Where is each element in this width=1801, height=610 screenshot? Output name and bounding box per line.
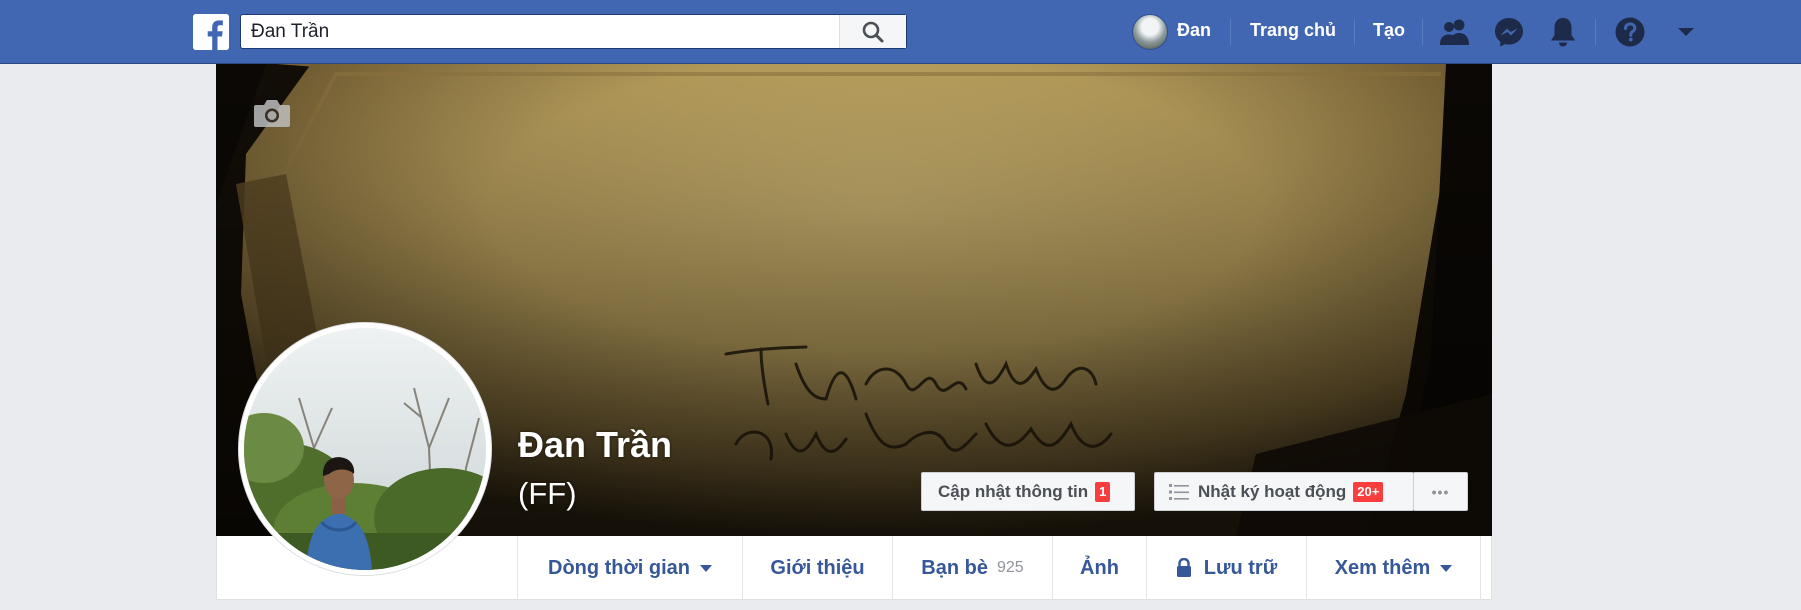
tab-timeline-label: Dòng thời gian — [548, 556, 690, 579]
profile-picture[interactable] — [238, 322, 492, 576]
chevron-down-icon — [1440, 564, 1453, 572]
activity-log-label: Nhật ký hoạt động — [1198, 481, 1347, 501]
tab-archive-label: Lưu trữ — [1203, 556, 1278, 579]
nav-home-link[interactable]: Trang chủ — [1250, 20, 1336, 41]
tab-friends-label: Bạn bè — [921, 556, 988, 579]
friends-count: 925 — [996, 559, 1024, 576]
tab-about[interactable]: Giới thiệu — [742, 536, 892, 600]
facebook-logo-icon[interactable] — [193, 14, 229, 50]
tab-archive[interactable]: Lưu trữ — [1146, 536, 1306, 600]
search-button[interactable] — [839, 15, 906, 48]
tab-photos-label: Ảnh — [1080, 556, 1119, 579]
search-input[interactable] — [241, 15, 839, 48]
tab-more[interactable]: Xem thêm — [1306, 536, 1481, 600]
update-cover-camera-icon[interactable] — [252, 96, 292, 132]
profile-alternate-name: (FF) — [518, 476, 577, 511]
messenger-icon[interactable] — [1491, 14, 1527, 50]
nav-divider — [1422, 19, 1423, 45]
user-avatar[interactable] — [1132, 14, 1168, 50]
nav-divider — [1230, 19, 1231, 45]
update-info-badge: 1 — [1095, 481, 1111, 502]
update-info-label: Cập nhật thông tin — [938, 481, 1089, 501]
profile-name[interactable]: Đan Trần — [518, 424, 672, 466]
friend-requests-icon[interactable] — [1437, 14, 1473, 50]
more-options-button[interactable]: ••• — [1413, 472, 1468, 511]
search-box — [240, 14, 907, 49]
activity-log-badge: 20+ — [1353, 481, 1384, 502]
update-info-button[interactable]: Cập nhật thông tin 1 — [921, 472, 1135, 511]
tab-timeline[interactable]: Dòng thời gian — [517, 536, 742, 600]
lock-icon — [1176, 558, 1191, 577]
nav-create-link[interactable]: Tạo — [1373, 20, 1405, 41]
more-options-dots-icon: ••• — [1431, 483, 1450, 500]
profile-photo-image — [244, 328, 486, 570]
nav-divider — [1354, 19, 1355, 45]
nav-profile-link[interactable]: Đan — [1177, 20, 1211, 41]
help-question-icon[interactable] — [1612, 14, 1648, 50]
nav-divider — [1595, 19, 1596, 45]
tab-about-label: Giới thiệu — [770, 556, 865, 579]
account-menu-chevron-down-icon[interactable] — [1668, 14, 1704, 50]
chevron-down-icon — [699, 564, 712, 572]
notifications-bell-icon[interactable] — [1545, 14, 1581, 50]
tab-photos[interactable]: Ảnh — [1052, 536, 1146, 600]
tab-more-label: Xem thêm — [1334, 556, 1431, 579]
search-icon — [862, 21, 884, 42]
list-icon — [1169, 483, 1189, 500]
activity-log-button[interactable]: Nhật ký hoạt động 20+ — [1154, 472, 1414, 511]
tab-friends[interactable]: Bạn bè 925 — [892, 536, 1052, 600]
top-bar: Đan Trang chủ Tạo — [0, 0, 1801, 64]
